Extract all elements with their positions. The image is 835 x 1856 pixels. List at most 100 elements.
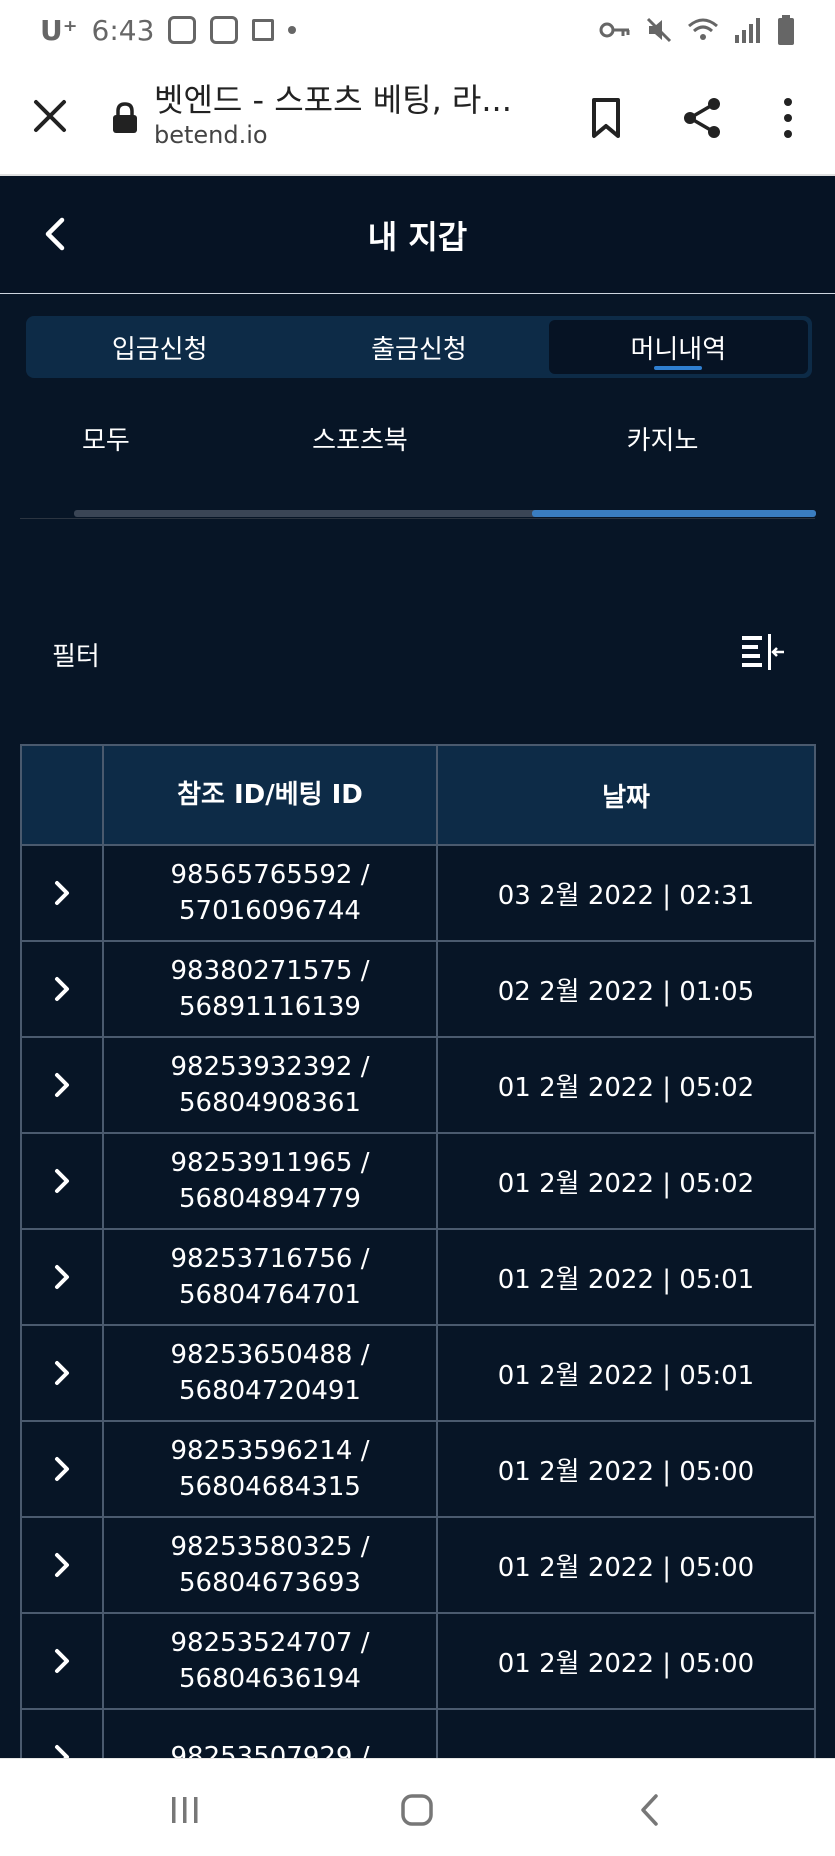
ref-bet-id-cell: 98253911965 / 56804894779 (104, 1134, 438, 1228)
row-expand-button[interactable] (22, 1038, 104, 1132)
chevron-right-icon (55, 1073, 69, 1097)
recent-apps-icon[interactable] (170, 1795, 200, 1825)
subtab-sportsbook[interactable]: 스포츠북 (180, 416, 480, 496)
table-row[interactable]: 98253911965 / 56804894779 01 2월 2022 | 05:… (20, 1134, 816, 1230)
reference-id: 98380271575 / (170, 956, 370, 986)
ref-bet-id-cell: 98253650488 / 56804720491 (104, 1326, 438, 1420)
row-expand-button[interactable] (22, 846, 104, 940)
subtab-all[interactable]: 모두 (20, 416, 180, 496)
table-row[interactable]: 98380271575 / 56891116139 02 2월 2022 | 01:… (20, 942, 816, 1038)
date-cell: 03 2월 2022 | 02:31 (497, 880, 755, 911)
reference-id: 98253650488 / (170, 1340, 370, 1370)
date-header: 날짜 (602, 782, 650, 813)
filter-label: 필터 (52, 642, 100, 672)
chevron-right-icon (55, 1265, 69, 1289)
close-icon[interactable] (30, 96, 70, 136)
date-cell: 02 2월 2022 | 01:05 (497, 976, 755, 1007)
notification-grid-icon (252, 19, 275, 41)
row-expand-button[interactable] (22, 1134, 104, 1228)
row-expand-button[interactable] (22, 1230, 104, 1324)
wifi-icon (688, 18, 718, 40)
reference-id: 98253524707 / (170, 1628, 370, 1658)
ref-bet-id-cell: 98253932392 / 56804908361 (104, 1038, 438, 1132)
bet-id: 56804894779 (179, 1184, 361, 1214)
subtab-casino[interactable]: 카지노 (480, 416, 815, 496)
status-right (599, 15, 795, 45)
ref-bet-id-cell: 98380271575 / 56891116139 (104, 942, 438, 1036)
tab-money-history[interactable]: 머니내역 (548, 320, 808, 374)
tab-withdraw-request[interactable]: 출금신청 (289, 320, 548, 374)
reference-id: 98253911965 / (170, 1148, 370, 1178)
expand-header-cell (22, 746, 104, 844)
date-cell: 01 2월 2022 | 05:00 (497, 1648, 755, 1679)
chevron-right-icon (55, 1361, 69, 1385)
ref-bet-id-cell: 98253596214 / 56804684315 (104, 1422, 438, 1516)
key-icon (599, 22, 630, 38)
wallet-title: 내 지갑 (367, 218, 468, 256)
status-bar: U⁺ 6:43 (0, 0, 835, 60)
more-vert-icon[interactable] (776, 96, 800, 140)
notification-message-icon (210, 16, 239, 44)
share-icon[interactable] (680, 96, 724, 140)
table-row[interactable]: 98565765592 / 57016096744 03 2월 2022 | 02:… (20, 846, 816, 942)
chevron-right-icon (55, 977, 69, 1001)
reference-id: 98253507929 / (170, 1742, 370, 1758)
status-left: U⁺ 6:43 (40, 13, 297, 47)
ref-id-header: 참조 ID/베팅 ID (104, 746, 438, 844)
wallet-main-tabs: 입금신청 출금신청 머니내역 (26, 316, 812, 378)
row-expand-button[interactable] (22, 1614, 104, 1708)
date-cell: 01 2월 2022 | 05:00 (497, 1552, 755, 1583)
battery-icon (778, 15, 794, 45)
app-header: 내 지갑 (0, 176, 835, 294)
table-row[interactable]: 98253650488 / 56804720491 01 2월 2022 | 05:… (20, 1326, 816, 1422)
system-back-icon[interactable] (638, 1793, 660, 1827)
browser-toolbar: 벳엔드 - 스포츠 베팅, 라... betend.io (0, 60, 835, 176)
page-url: betend.io (154, 121, 268, 149)
tab-deposit-request-label: 입금신청 (111, 334, 208, 365)
table-row[interactable]: 98253932392 / 56804908361 01 2월 2022 | 05:… (20, 1038, 816, 1134)
page-title: 벳엔드 - 스포츠 베팅, 라... (154, 81, 512, 119)
subtab-all-label: 모두 (82, 426, 130, 456)
bookmark-icon[interactable] (586, 96, 626, 140)
home-icon[interactable] (400, 1793, 434, 1827)
bet-id: 56804720491 (179, 1376, 361, 1406)
table-row[interactable]: 98253716756 / 56804764701 01 2월 2022 | 05:… (20, 1230, 816, 1326)
bet-id: 56891116139 (179, 992, 361, 1022)
notification-app-icon (168, 16, 197, 44)
filter-toggle-icon[interactable] (740, 632, 786, 672)
date-cell: 01 2월 2022 | 05:01 (497, 1360, 755, 1391)
date-cell (438, 1710, 814, 1758)
ref-bet-id-cell: 98253507929 / (104, 1710, 438, 1758)
date-cell: 01 2월 2022 | 05:01 (497, 1264, 755, 1295)
table-row[interactable]: 98253524707 / 56804636194 01 2월 2022 | 05:… (20, 1614, 816, 1710)
system-nav-bar (0, 1758, 835, 1856)
row-expand-button[interactable] (22, 1518, 104, 1612)
row-expand-button[interactable] (22, 1422, 104, 1516)
history-sub-tabs: 모두 스포츠북 카지노 (20, 416, 815, 496)
reference-id: 98253716756 / (170, 1244, 370, 1274)
bet-id: 57016096744 (179, 896, 361, 926)
row-expand-button[interactable] (22, 942, 104, 1036)
chevron-right-icon (55, 1553, 69, 1577)
carrier-label: U⁺ (40, 13, 78, 47)
tab-money-history-label: 머니내역 (630, 334, 727, 365)
date-cell: 01 2월 2022 | 05:02 (497, 1072, 755, 1103)
ref-bet-id-cell: 98565765592 / 57016096744 (104, 846, 438, 940)
subtab-indicator-fill (532, 510, 816, 517)
row-expand-button[interactable] (22, 1710, 104, 1758)
subtab-casino-label: 카지노 (626, 426, 699, 456)
table-row[interactable]: 98253596214 / 56804684315 01 2월 2022 | 05:… (20, 1422, 816, 1518)
ref-bet-id-cell: 98253580325 / 56804673693 (104, 1518, 438, 1612)
tab-withdraw-request-label: 출금신청 (371, 334, 467, 365)
subtab-sportsbook-label: 스포츠북 (312, 426, 408, 456)
bet-id: 56804764701 (179, 1280, 361, 1310)
tab-deposit-request[interactable]: 입금신청 (30, 320, 289, 374)
row-expand-button[interactable] (22, 1326, 104, 1420)
ref-bet-id-cell: 98253716756 / 56804764701 (104, 1230, 438, 1324)
table-row[interactable]: 98253507929 / (20, 1710, 816, 1758)
address-bar[interactable]: 벳엔드 - 스포츠 베팅, 라... betend.io (154, 80, 524, 150)
chevron-right-icon (55, 1457, 69, 1481)
table-row[interactable]: 98253580325 / 56804673693 01 2월 2022 | 05:… (20, 1518, 816, 1614)
money-history-table: 참조 ID/베팅 ID 날짜 98565765592 / 57016096744 0… (20, 744, 816, 1758)
bet-id: 56804684315 (179, 1472, 361, 1502)
